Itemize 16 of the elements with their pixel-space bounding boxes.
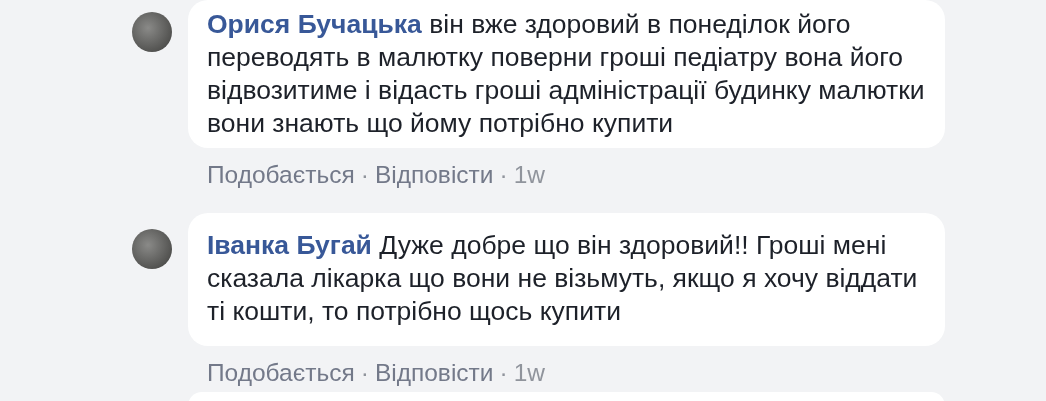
like-link[interactable]: Подобається [207, 162, 355, 188]
separator-dot: · [360, 360, 369, 386]
separator-dot: · [360, 162, 369, 188]
author-link[interactable]: Орися Бучацька [207, 9, 422, 39]
author-link[interactable]: Іванка Бугай [207, 230, 372, 260]
separator-dot: · [499, 162, 508, 188]
like-link[interactable]: Подобається [207, 360, 355, 386]
comment-text: Орися Бучацька він вже здоровий в понеділок його переводять в малютку поверни гроші педіатру вона його відвозитиме і відасть гроші адміністрації будинку малютки вони знають що йому потрібно купити [207, 8, 926, 140]
reply-link[interactable]: Відповісти [374, 162, 494, 188]
separator-dot: · [499, 360, 508, 386]
comment-text: Іванка Бугай Дуже добре що він здоровий!! Гроші мені сказала лікарка що вони не візьмуть, якщо я хочу віддати ті кошти, то потрібно щось купити [207, 229, 919, 328]
avatar-placeholder[interactable] [132, 12, 172, 52]
timestamp[interactable]: 1w [513, 162, 545, 188]
timestamp[interactable]: 1w [513, 360, 545, 386]
reply-link[interactable]: Відповісти [374, 360, 494, 386]
avatar-placeholder[interactable] [132, 229, 172, 269]
